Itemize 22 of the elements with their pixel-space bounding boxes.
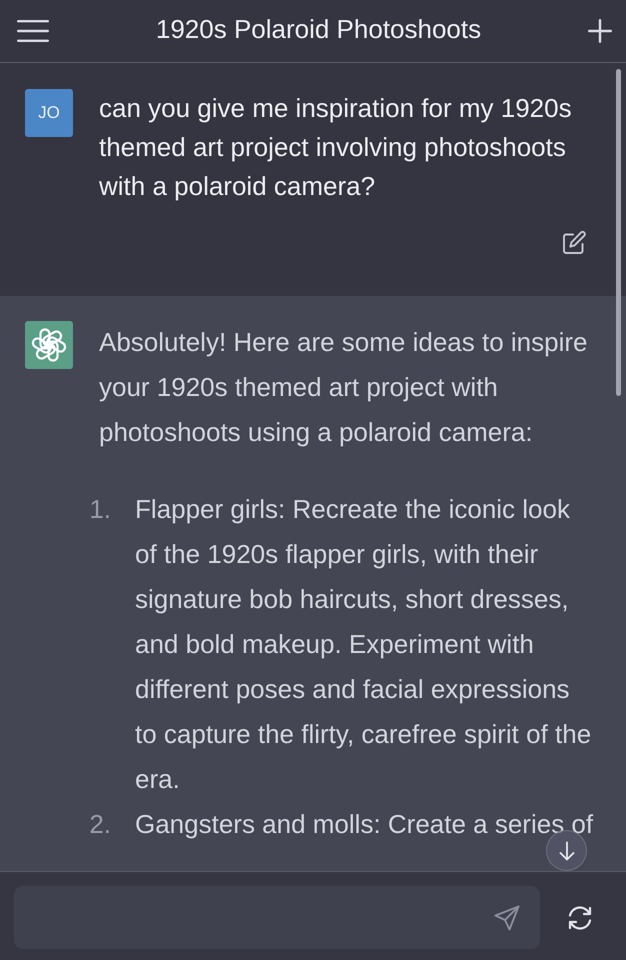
menu-button[interactable] — [17, 20, 49, 42]
menu-icon — [17, 20, 49, 42]
regenerate-button[interactable] — [566, 904, 594, 930]
list-item-text: Gangsters and molls: Create a series of — [135, 809, 594, 839]
message-input[interactable] — [14, 886, 540, 949]
edit-button[interactable] — [562, 231, 586, 255]
edit-icon — [562, 231, 586, 255]
conversation-title: 1920s Polaroid Photoshoots — [156, 14, 482, 44]
arrow-down-icon — [558, 840, 574, 860]
plus-icon — [588, 19, 612, 43]
scrollbar-thumb[interactable] — [616, 69, 621, 396]
knot-logo-icon — [25, 321, 73, 369]
refresh-icon — [566, 904, 594, 930]
list-number: 2. — [88, 808, 111, 841]
message-text: can you give me inspiration for my 1920s themed art project involving photoshoots with a polaroid camera? — [99, 92, 573, 203]
send-icon — [494, 904, 520, 930]
list-number: 1. — [88, 493, 111, 526]
list-item-text: Flapper girls: Recreate the iconic look of the 1920s flapper girls, with their signature bob haircuts, short dresses, and bold makeup. Experiment with different poses and facial expressions to capture the flirty, carefree spirit of the era. — [135, 494, 592, 794]
message-text: Absolutely! Here are some ideas to inspire your 1920s themed art project with photoshoots using a polaroid camera: — [99, 326, 588, 449]
new-chat-button[interactable] — [588, 19, 612, 43]
send-button[interactable] — [494, 904, 520, 930]
user-avatar: JO — [25, 89, 73, 137]
